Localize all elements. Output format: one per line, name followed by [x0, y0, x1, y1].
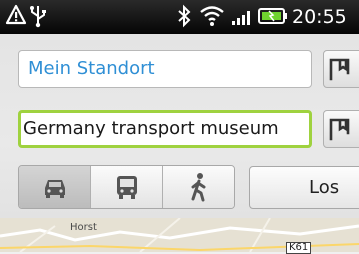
car-icon [44, 180, 65, 198]
bookmark-icon [329, 58, 350, 81]
usb-icon [30, 6, 46, 28]
wifi-icon [200, 6, 224, 26]
car-mode-button[interactable] [19, 166, 90, 208]
route-panel: Mein Standort Germany transport museum L… [0, 34, 359, 218]
destination-field[interactable]: Germany transport museum [18, 110, 312, 148]
start-location-field[interactable]: Mein Standort [18, 50, 312, 88]
bus-icon [116, 176, 137, 199]
signal-icon [232, 11, 250, 25]
transit-mode-button[interactable] [90, 166, 162, 208]
map-view[interactable]: Horst K61 [0, 218, 359, 254]
battery-icon [258, 8, 287, 24]
clock-time: 20:55 [292, 6, 347, 28]
walking-icon [191, 173, 205, 202]
status-bar: 20:55 [0, 0, 359, 34]
map-town-label: Horst [70, 222, 97, 233]
bluetooth-icon [178, 4, 191, 28]
walking-mode-button[interactable] [162, 166, 234, 208]
bookmark-icon [329, 118, 350, 141]
go-button[interactable]: Los [249, 166, 359, 209]
destination-bookmark-button[interactable] [323, 110, 359, 148]
destination-value: Germany transport museum [23, 118, 279, 139]
start-bookmark-button[interactable] [323, 50, 359, 88]
warning-icon [5, 4, 27, 25]
travel-mode-selector [18, 165, 235, 209]
map-road-label: K61 [286, 242, 312, 254]
